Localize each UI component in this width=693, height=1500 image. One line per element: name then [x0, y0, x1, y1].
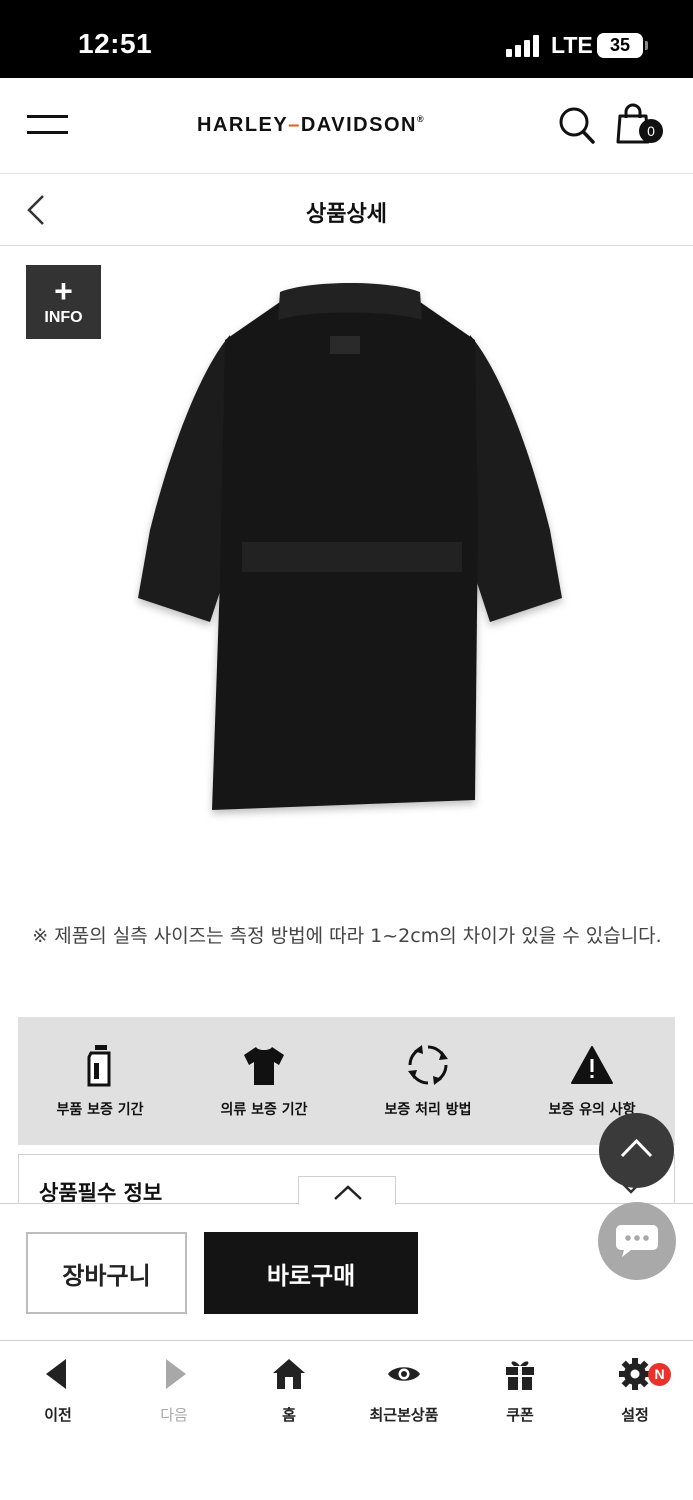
gift-icon	[506, 1361, 534, 1390]
home-icon	[273, 1359, 305, 1389]
scroll-to-top-button[interactable]	[599, 1113, 674, 1188]
info-item-parts-warranty[interactable]: 부품 보증 기간	[18, 1017, 182, 1145]
cart-count: 0	[647, 123, 655, 139]
battery-tip	[645, 41, 648, 50]
add-to-cart-button[interactable]: 장바구니	[26, 1232, 187, 1314]
bottom-navigation: 이전 다음 홈 최근본상품 쿠폰 설정	[0, 1342, 693, 1500]
nav-label: 다음	[160, 1406, 188, 1424]
status-bar: 12:51 LTE 35	[0, 0, 693, 78]
info-item-label: 보증 처리 방법	[384, 1102, 472, 1118]
buy-now-button[interactable]: 바로구매	[204, 1232, 418, 1314]
back-arrow-icon	[46, 1359, 66, 1389]
size-notice: ※ 제품의 실측 사이즈는 측정 방법에 따라 1~2cm의 차이가 있을 수 …	[32, 925, 662, 947]
forward-arrow-icon	[166, 1359, 186, 1389]
search-icon[interactable]	[558, 106, 596, 146]
nav-label: 최근본상품	[369, 1406, 439, 1424]
network-type: LTE	[551, 32, 593, 58]
bottle-icon	[87, 1045, 111, 1087]
status-time: 12:51	[78, 28, 153, 59]
site-header: HARLEY–DAVIDSON® 0	[0, 78, 693, 174]
page-title: 상품상세	[306, 202, 387, 227]
info-item-warranty-process[interactable]: 보증 처리 방법	[346, 1017, 510, 1145]
warranty-info-panel: 부품 보증 기간 의류 보증 기간 보증 처리 방법 보증 유의 사항	[18, 1017, 675, 1145]
tshirt-icon	[244, 1047, 284, 1085]
cycle-arrows-icon	[408, 1045, 448, 1085]
nav-forward[interactable]: 다음	[116, 1342, 232, 1442]
brand-mark: ®	[416, 114, 426, 124]
battery-icon: 35	[597, 33, 643, 58]
settings-new-badge: N	[648, 1363, 671, 1386]
info-label: INFO	[44, 309, 83, 326]
sub-header: 상품상세	[0, 174, 693, 246]
info-item-label: 의류 보증 기간	[220, 1102, 308, 1118]
menu-icon[interactable]	[27, 115, 68, 137]
nav-label: 홈	[282, 1406, 296, 1424]
purchase-bar: 장바구니 바로구매	[0, 1203, 693, 1341]
plus-icon: +	[54, 273, 73, 309]
product-image	[138, 283, 562, 810]
brand-right: DAVIDSON	[300, 114, 417, 136]
nav-home[interactable]: 홈	[231, 1342, 347, 1442]
chat-bubble-icon	[616, 1225, 658, 1257]
warning-icon	[571, 1046, 613, 1084]
brand-dash: –	[288, 114, 301, 136]
nav-label: 이전	[44, 1406, 72, 1424]
signal-icon	[506, 35, 542, 57]
nav-settings[interactable]: 설정	[577, 1342, 693, 1442]
nav-label: 쿠폰	[506, 1406, 534, 1424]
brand-logo[interactable]: HARLEY–DAVIDSON®	[197, 114, 425, 137]
cart-icon[interactable]: 0	[616, 102, 666, 148]
eye-icon	[388, 1367, 420, 1381]
nav-coupon[interactable]: 쿠폰	[462, 1342, 578, 1442]
nav-label: 설정	[621, 1406, 649, 1424]
info-button[interactable]: + INFO	[26, 265, 101, 339]
nav-recently-viewed[interactable]: 최근본상품	[346, 1342, 462, 1442]
chat-button[interactable]	[598, 1202, 676, 1280]
info-item-label: 부품 보증 기간	[56, 1102, 144, 1118]
info-item-clothing-warranty[interactable]: 의류 보증 기간	[182, 1017, 346, 1145]
nav-back[interactable]: 이전	[0, 1342, 116, 1442]
brand-left: HARLEY	[197, 114, 289, 136]
collapse-purchase-bar-tab[interactable]	[298, 1176, 396, 1205]
chevron-up-icon	[334, 1185, 362, 1200]
chevron-up-icon	[620, 1138, 653, 1158]
